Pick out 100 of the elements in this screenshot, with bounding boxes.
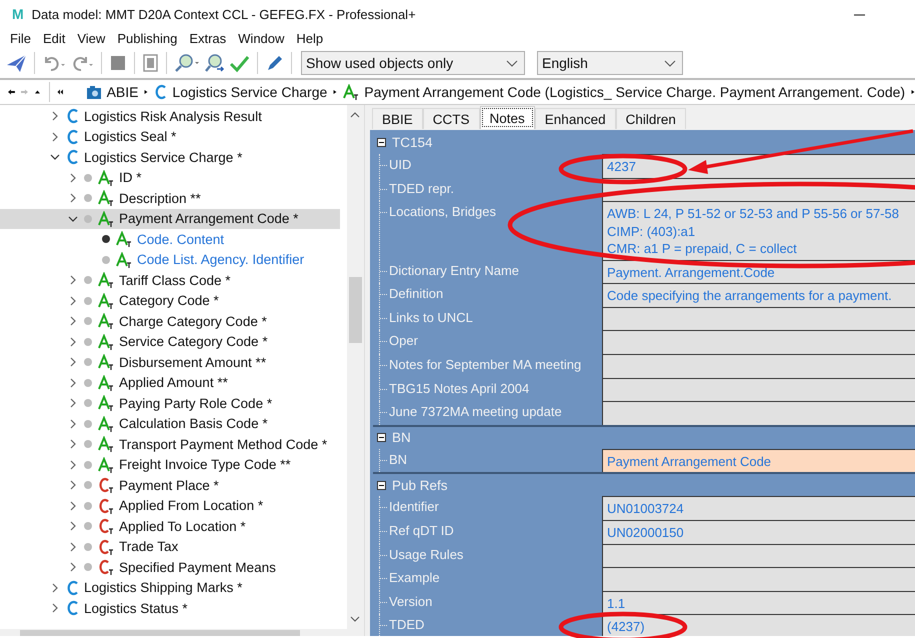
chevron-right-icon[interactable] bbox=[69, 172, 77, 183]
tab[interactable]: Notes bbox=[480, 106, 535, 129]
tree-item[interactable]: Tariff Class Code * bbox=[119, 272, 231, 288]
collapse-icon[interactable] bbox=[377, 480, 386, 490]
language-dropdown[interactable]: English bbox=[537, 51, 683, 75]
tree-item[interactable]: Payment Place * bbox=[119, 478, 219, 493]
chevron-right-icon[interactable] bbox=[69, 542, 77, 552]
tree-item[interactable]: Transport Payment Method Code * bbox=[119, 436, 328, 452]
collapse-icon[interactable] bbox=[377, 138, 386, 146]
tree-item[interactable]: Payment Arrangement Code * bbox=[119, 211, 298, 226]
search-icon[interactable] bbox=[174, 53, 200, 73]
chevron-down-icon[interactable] bbox=[68, 214, 78, 223]
menu-item[interactable]: Window bbox=[232, 30, 290, 46]
chevron-right-icon[interactable] bbox=[69, 336, 77, 347]
chevron-right-icon[interactable] bbox=[69, 378, 77, 388]
menu-item[interactable]: Publishing bbox=[111, 30, 184, 46]
breadcrumb-item[interactable]: Logistics Service Charge bbox=[172, 84, 328, 100]
property-value[interactable] bbox=[602, 306, 915, 330]
filter-dropdown[interactable]: Show used objects only bbox=[301, 51, 525, 75]
menu-item[interactable]: Help bbox=[290, 30, 330, 46]
chevron-right-icon[interactable] bbox=[69, 521, 77, 532]
property-value[interactable] bbox=[602, 378, 915, 402]
tree-item-highlight[interactable]: Payment Arrangement Code * bbox=[0, 208, 340, 229]
menu-item[interactable]: View bbox=[71, 30, 112, 46]
document-icon[interactable] bbox=[142, 54, 159, 72]
chevron-down-icon[interactable] bbox=[50, 153, 60, 162]
scrollbar-thumb[interactable] bbox=[20, 630, 300, 636]
breadcrumb-item[interactable]: ABIE bbox=[106, 84, 138, 100]
tab[interactable]: BBIE bbox=[372, 108, 423, 129]
tree-item[interactable]: Code. Content bbox=[137, 232, 224, 247]
property-value[interactable]: Code specifying the arrangements for a payment. bbox=[602, 283, 915, 307]
property-value[interactable] bbox=[602, 567, 915, 591]
property-value[interactable]: UN02000150 bbox=[602, 520, 915, 544]
tree-item[interactable]: ID * bbox=[119, 170, 142, 186]
property-label: Dictionary Entry Name bbox=[389, 262, 520, 278]
tab[interactable]: CCTS bbox=[422, 108, 480, 129]
tree-item[interactable]: Code List. Agency. Identifier bbox=[137, 252, 304, 268]
tree-item[interactable]: Applied Amount ** bbox=[119, 375, 228, 390]
chevron-right-icon[interactable] bbox=[51, 582, 59, 593]
tree-item[interactable]: Service Category Code * bbox=[119, 334, 268, 350]
chevron-right-icon[interactable] bbox=[69, 357, 77, 368]
chevron-right-icon[interactable] bbox=[69, 460, 77, 470]
tree-item[interactable]: Freight Invoice Type Code ** bbox=[119, 457, 291, 472]
scrollbar[interactable] bbox=[0, 629, 348, 636]
tab[interactable]: Enhanced bbox=[534, 108, 616, 129]
property-value[interactable]: 1.1 bbox=[602, 590, 915, 614]
tree-item[interactable]: Logistics Shipping Marks * bbox=[84, 580, 242, 596]
chevron-right-icon[interactable] bbox=[69, 193, 77, 204]
scroll-down-icon bbox=[350, 616, 360, 622]
chevron-right-icon[interactable] bbox=[69, 439, 77, 450]
property-value[interactable]: (4237) bbox=[602, 614, 915, 636]
tree-item[interactable]: Paying Party Role Code * bbox=[119, 396, 272, 411]
property-value[interactable] bbox=[602, 544, 915, 568]
tree-item[interactable]: Trade Tax bbox=[119, 539, 178, 554]
chevron-right-icon[interactable] bbox=[69, 418, 77, 429]
scrollbar-thumb[interactable] bbox=[349, 277, 362, 343]
chevron-right-icon[interactable] bbox=[69, 296, 77, 306]
menu-item[interactable]: Extras bbox=[183, 30, 232, 46]
send-icon[interactable] bbox=[6, 53, 27, 73]
menu-item[interactable]: File bbox=[4, 30, 37, 46]
tree-item[interactable]: Charge Category Code * bbox=[119, 314, 267, 329]
attribute-icon bbox=[116, 252, 132, 268]
property-value[interactable] bbox=[602, 330, 915, 354]
property-value[interactable] bbox=[602, 354, 915, 378]
scrollbar[interactable] bbox=[347, 105, 364, 636]
property-value[interactable] bbox=[602, 401, 915, 425]
tree-item[interactable]: Specified Payment Means bbox=[119, 560, 276, 575]
chevron-right-icon[interactable] bbox=[69, 275, 77, 286]
tree-item[interactable]: Disbursement Amount ** bbox=[119, 354, 266, 370]
attribute-icon bbox=[98, 170, 114, 186]
tree-item[interactable]: Category Code * bbox=[119, 293, 219, 308]
tree-item[interactable]: Logistics Seal * bbox=[84, 129, 176, 144]
chevron-right-icon[interactable] bbox=[69, 480, 77, 490]
tree-item[interactable]: Logistics Service Charge * bbox=[84, 150, 242, 165]
chevron-right-icon[interactable] bbox=[69, 316, 77, 326]
save-icon[interactable] bbox=[109, 54, 127, 72]
attribute-icon bbox=[98, 374, 114, 391]
property-label: Links to UNCL bbox=[389, 310, 473, 325]
check-icon[interactable] bbox=[229, 54, 250, 72]
tree-item[interactable]: Logistics Risk Analysis Result bbox=[84, 108, 262, 124]
chevron-right-icon[interactable] bbox=[51, 111, 59, 122]
tree-item[interactable]: Applied From Location * bbox=[119, 498, 264, 514]
pencil-icon[interactable] bbox=[265, 54, 284, 72]
chevron-right-icon[interactable] bbox=[69, 398, 77, 408]
collapse-icon[interactable] bbox=[377, 433, 386, 442]
property-value[interactable]: AWB: L 24, P 51-52 or 52-53 and P 55-56 or 57-58 CIMP: (403):a1 CMR: a1 P = prepaid, C = collect bbox=[602, 201, 915, 260]
tab[interactable]: Children bbox=[616, 108, 686, 129]
menu-item[interactable]: Edit bbox=[36, 30, 72, 46]
find-next-icon[interactable] bbox=[204, 53, 225, 73]
tree-item[interactable]: Applied To Location * bbox=[119, 518, 246, 534]
tree-item[interactable]: Description ** bbox=[119, 190, 201, 206]
breadcrumb-item[interactable]: Payment Arrangement Code (Logistics_ Service Charge. Payment Arrangement. Code) bbox=[364, 84, 906, 100]
tree-item[interactable]: Logistics Status * bbox=[84, 600, 188, 616]
chevron-right-icon[interactable] bbox=[69, 562, 77, 572]
tree-item[interactable]: Calculation Basis Code * bbox=[119, 416, 268, 432]
property-value[interactable]: UN01003724 bbox=[602, 496, 915, 520]
chevron-right-icon[interactable] bbox=[51, 132, 59, 142]
chevron-right-icon[interactable] bbox=[51, 603, 59, 614]
chevron-right-icon[interactable] bbox=[69, 500, 77, 511]
attribute-icon bbox=[343, 84, 360, 100]
